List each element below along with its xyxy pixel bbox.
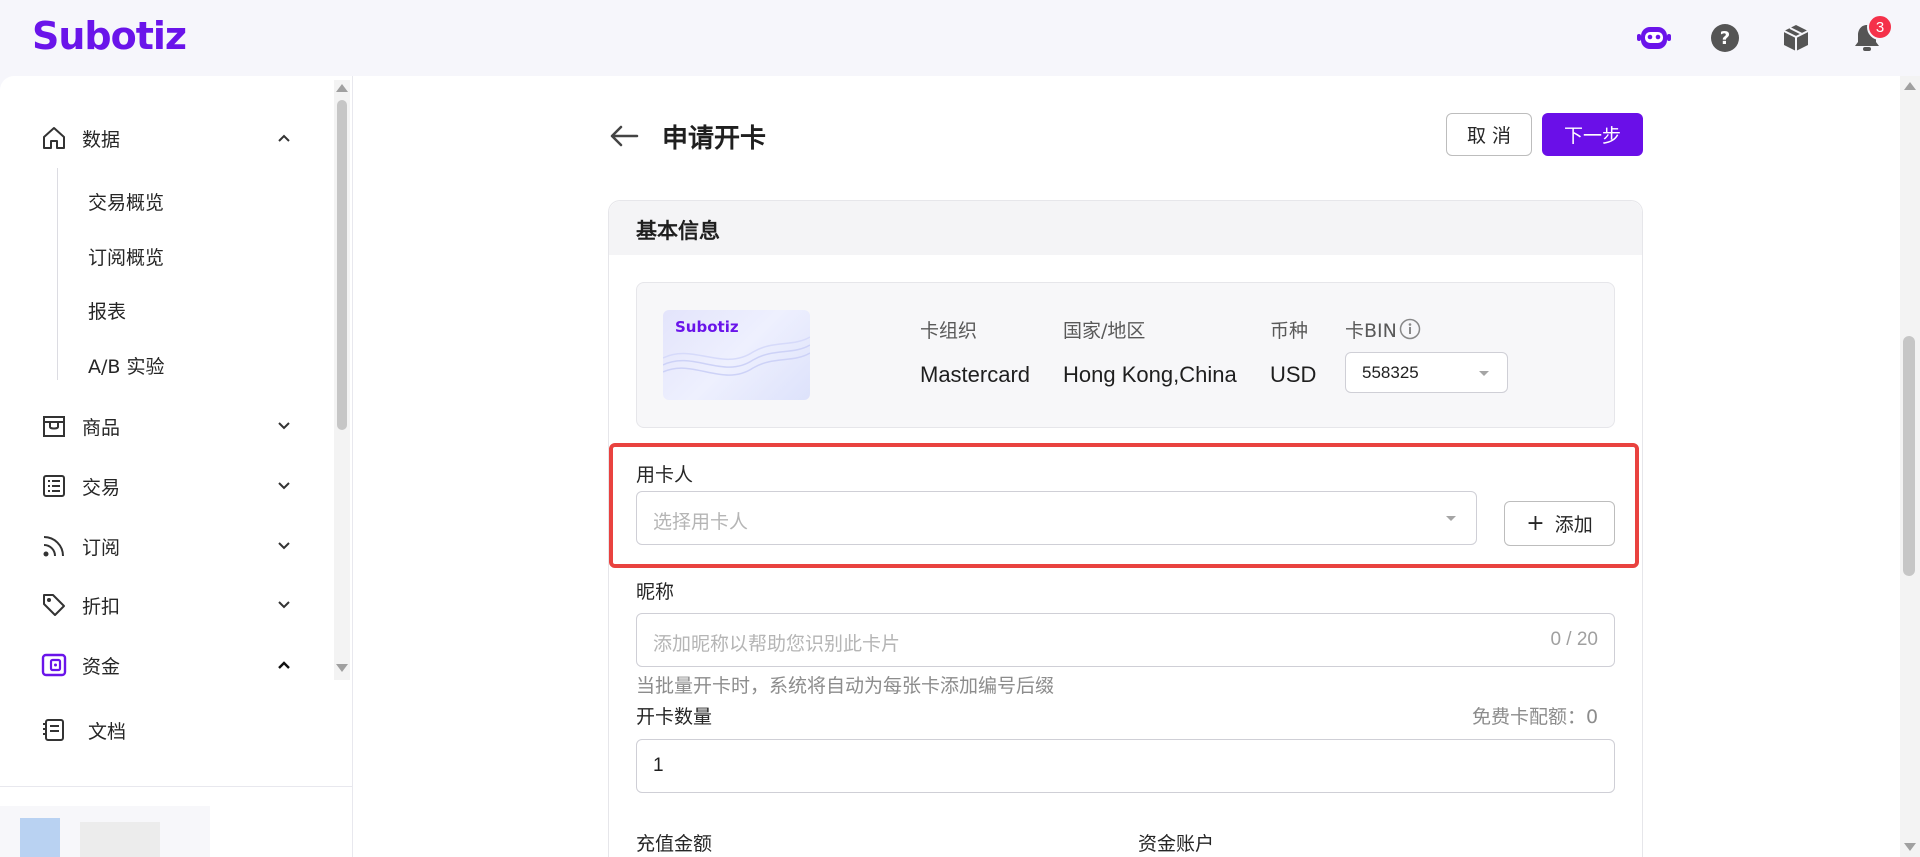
store-icon [40, 412, 68, 440]
plus-icon: + [1526, 510, 1545, 536]
add-button-label: 添加 [1554, 514, 1593, 536]
card-org-label: 卡组织 [920, 320, 978, 342]
cancel-button[interactable]: 取 消 [1446, 113, 1532, 156]
sidebar-item-subscriptions[interactable]: 订阅 [40, 526, 300, 566]
assistant-bot-icon[interactable] [1636, 20, 1672, 56]
card-bin-select[interactable]: 558325 [1345, 352, 1508, 393]
nickname-placeholder: 添加昵称以帮助您识别此卡片 [653, 633, 901, 655]
sidebar-subitem-ab-test[interactable]: A/B 实验 [88, 352, 164, 379]
sidebar-item-label: 商品 [82, 416, 121, 439]
sidebar-bottom-divider [0, 786, 352, 787]
main-scrollbar-thumb[interactable] [1903, 336, 1915, 576]
next-step-button[interactable]: 下一步 [1542, 113, 1643, 156]
sidebar-item-label: 数据 [82, 128, 121, 151]
notification-badge: 3 [1867, 14, 1893, 40]
card-bin-label: 卡BIN [1345, 320, 1397, 342]
free-card-quota: 免费卡配额：0 [1472, 706, 1599, 728]
document-icon [40, 716, 68, 744]
fund-account-label: 资金账户 [1138, 833, 1215, 855]
sidebar-item-funds[interactable]: 资金 [40, 645, 300, 685]
region-value: Hong Kong,China [1063, 362, 1237, 387]
sidebar-item-documents[interactable]: 文档 [40, 710, 300, 750]
basic-info-panel-header [609, 201, 1642, 255]
nickname-input[interactable]: 添加昵称以帮助您识别此卡片 0 / 20 [636, 613, 1615, 667]
currency-value: USD [1270, 362, 1317, 387]
sidebar-scrollbar-thumb[interactable] [337, 100, 347, 430]
region-label: 国家/地区 [1063, 320, 1146, 342]
chevron-up-icon [274, 655, 294, 675]
sidebar-subitem-subscription-overview[interactable]: 订阅概览 [88, 243, 164, 270]
sidebar-item-transactions[interactable]: 交易 [40, 466, 300, 506]
caret-down-icon [1446, 516, 1456, 521]
logo[interactable]: Subotiz [32, 14, 187, 58]
chevron-down-icon [274, 536, 294, 556]
top-bar: Subotiz [0, 0, 1920, 76]
section-title: 基本信息 [636, 219, 720, 243]
package-icon[interactable] [1778, 20, 1814, 56]
sidebar-item-label: 折扣 [82, 595, 121, 618]
chevron-down-icon [274, 416, 294, 436]
cardholder-select[interactable]: 选择用卡人 [636, 491, 1477, 545]
notification-bell-icon[interactable]: 3 [1849, 14, 1893, 56]
sidebar-subitem-transaction-overview[interactable]: 交易概览 [88, 188, 164, 215]
cardholder-placeholder: 选择用卡人 [653, 511, 749, 533]
sidebar-item-label: 订阅 [82, 536, 121, 559]
main-scroll-down-arrow[interactable] [1904, 843, 1916, 851]
sidebar-scroll-down-arrow[interactable] [336, 664, 348, 672]
currency-label: 币种 [1270, 320, 1309, 342]
wallet-icon [40, 651, 68, 679]
list-icon [40, 472, 68, 500]
card-image: Subotiz [663, 310, 810, 400]
info-icon[interactable] [1399, 318, 1421, 340]
sidebar-item-label: 交易 [82, 476, 121, 499]
submenu-guide-line [57, 168, 58, 380]
sidebar-scroll-up-arrow[interactable] [336, 84, 348, 92]
chevron-down-icon [274, 476, 294, 496]
sidebar-item-label: 资金 [82, 655, 121, 678]
nickname-label: 昵称 [636, 581, 675, 603]
card-quantity-input[interactable]: 1 [636, 739, 1615, 793]
sidebar-item-discounts[interactable]: 折扣 [40, 585, 300, 625]
back-arrow-icon[interactable] [606, 118, 642, 154]
nickname-helper-text: 当批量开卡时，系统将自动为每张卡添加编号后缀 [636, 675, 1055, 697]
card-quantity-value: 1 [653, 755, 664, 776]
card-org-value: Mastercard [920, 362, 1031, 387]
avatar[interactable] [20, 818, 60, 857]
card-logo: Subotiz [675, 318, 739, 336]
card-bin-value: 558325 [1362, 363, 1419, 382]
card-quantity-label: 开卡数量 [636, 706, 713, 728]
user-name-blurred [80, 822, 160, 857]
sidebar-item-label: 文档 [88, 720, 127, 743]
caret-down-icon [1479, 371, 1489, 376]
sidebar-item-products[interactable]: 商品 [40, 406, 300, 446]
help-icon[interactable]: ? [1707, 20, 1743, 56]
main-scroll-up-arrow[interactable] [1904, 82, 1916, 90]
chevron-down-icon [274, 595, 294, 615]
cardholder-label: 用卡人 [636, 464, 694, 486]
home-icon [40, 124, 68, 152]
page-title: 申请开卡 [662, 124, 767, 154]
chevron-up-icon [274, 128, 294, 148]
rss-icon [40, 532, 68, 560]
recharge-amount-label: 充值金额 [636, 833, 713, 855]
sidebar-subitem-reports[interactable]: 报表 [88, 297, 126, 324]
tag-icon [40, 591, 68, 619]
svg-text:?: ? [1720, 28, 1730, 49]
sidebar-item-data[interactable]: 数据 [40, 118, 300, 158]
nickname-char-counter: 0 / 20 [1550, 629, 1598, 650]
add-cardholder-button[interactable]: + 添加 [1504, 501, 1615, 546]
